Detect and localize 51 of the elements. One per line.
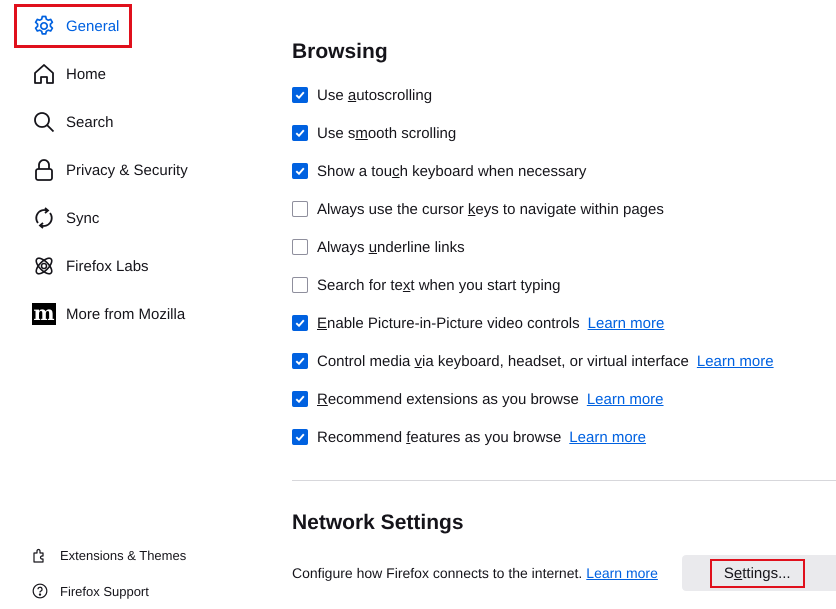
option-label: Always underline links <box>317 238 465 256</box>
home-icon <box>32 62 56 86</box>
logo-icon: m <box>32 303 56 325</box>
check-icon <box>294 89 306 101</box>
option-label: Recommend features as you browse <box>317 428 562 446</box>
option-label: Search for text when you start typing <box>317 276 560 294</box>
sidebar-item[interactable]: Home <box>14 52 120 96</box>
option-label: Enable Picture-in-Picture video controls <box>317 314 580 332</box>
sidebar-item[interactable]: m More from Mozilla <box>14 292 198 336</box>
lock-icon <box>32 158 56 182</box>
sidebar-item[interactable]: Sync <box>14 196 112 240</box>
help-icon <box>32 583 48 599</box>
option-label: Show a touch keyboard when necessary <box>317 162 586 180</box>
checkbox[interactable] <box>292 239 308 255</box>
sidebar-item[interactable]: Firefox Labs <box>14 244 162 288</box>
learn-more-link[interactable]: Learn more <box>586 390 664 408</box>
sidebar-item[interactable]: Search <box>14 100 127 144</box>
section-heading: Browsing <box>292 40 389 64</box>
check-icon <box>294 127 306 139</box>
sidebar-link[interactable]: Extensions & Themes <box>32 547 292 563</box>
checkbox[interactable] <box>292 353 308 369</box>
sidebar-link[interactable]: Firefox Support <box>32 583 292 599</box>
settings-button[interactable]: Settings... <box>682 555 836 591</box>
checkbox[interactable] <box>292 277 308 293</box>
check-icon <box>294 393 306 405</box>
checkbox[interactable] <box>292 201 308 217</box>
check-icon <box>294 431 306 443</box>
checkbox[interactable] <box>292 429 308 445</box>
gear-icon <box>32 14 56 38</box>
section-heading: Network Settings <box>292 511 465 535</box>
check-icon <box>294 317 306 329</box>
option-label: Use autoscrolling <box>317 86 432 104</box>
learn-more-link[interactable]: Learn more <box>696 352 774 370</box>
learn-more-link[interactable]: Learn more <box>588 314 664 332</box>
option-label: Use smooth scrolling <box>317 124 456 142</box>
sidebar-item[interactable]: General <box>14 4 132 48</box>
checkbox[interactable] <box>292 87 308 103</box>
check-icon <box>294 165 306 177</box>
learn-more-link[interactable]: Learn more <box>586 565 658 581</box>
option-label: Recommend extensions as you browse <box>317 390 579 408</box>
checkbox[interactable] <box>292 315 308 331</box>
sidebar-item[interactable]: Privacy & Security <box>14 148 201 192</box>
description-text: Configure how Firefox connects to the internet. <box>292 565 582 581</box>
learn-more-link[interactable]: Learn more <box>569 428 646 446</box>
checkbox[interactable] <box>292 125 308 141</box>
search-icon <box>32 110 56 134</box>
check-icon <box>294 355 306 367</box>
checkbox[interactable] <box>292 391 308 407</box>
checkbox[interactable] <box>292 163 308 179</box>
option-label: Control media via keyboard, headset, or virtual interface <box>317 352 689 370</box>
option-label: Always use the cursor keys to navigate within pages <box>317 200 664 218</box>
